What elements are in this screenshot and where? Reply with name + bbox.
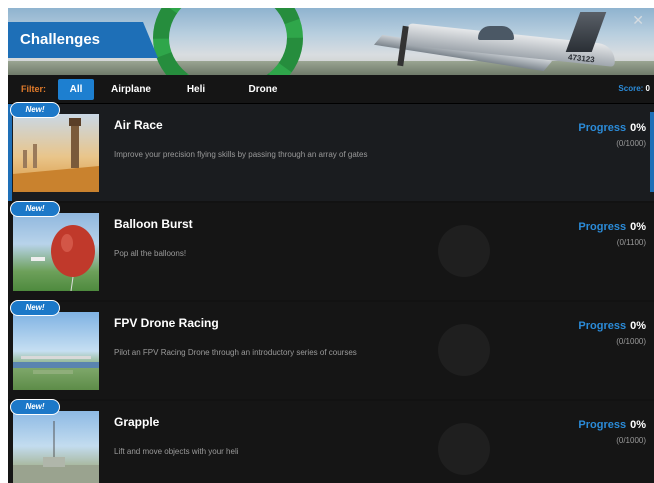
score-value: 0	[645, 84, 650, 93]
challenge-thumbnail	[13, 312, 99, 390]
challenge-title: Grapple	[114, 415, 160, 429]
challenge-thumbnail	[13, 114, 99, 192]
challenge-row[interactable]: New! Balloon Burst Pop all the balloons!…	[8, 201, 654, 300]
challenge-title: Balloon Burst	[114, 217, 193, 231]
gate-ring-segments	[153, 8, 303, 75]
air-race-scene	[13, 118, 99, 192]
challenge-row[interactable]: New! Grapple Lift and move objects with …	[8, 399, 654, 483]
challenge-description: Improve your precision flying skills by …	[114, 150, 368, 159]
locked-placeholder-icon	[438, 324, 490, 376]
filter-bar: Filter: All Airplane Heli Drone Score: 0	[8, 75, 654, 104]
new-badge: New!	[10, 300, 60, 316]
progress-percent: 0%	[630, 221, 646, 233]
challenges-window: 473123 Challenges ✕ Filter: All Airplane…	[8, 8, 654, 483]
progress-label: Progress	[578, 419, 627, 431]
locked-placeholder-icon	[438, 423, 490, 475]
banner-ground	[8, 61, 654, 75]
new-badge: New!	[10, 201, 60, 217]
scrollbar[interactable]	[650, 112, 654, 192]
challenge-title: Air Race	[114, 118, 163, 132]
header-banner: 473123 Challenges ✕	[8, 8, 654, 75]
tab-airplane[interactable]: Airplane	[106, 79, 156, 100]
tab-all[interactable]: All	[58, 79, 94, 100]
progress-label: Progress	[578, 320, 627, 332]
selection-indicator	[8, 104, 12, 201]
progress-count: (0/1000)	[616, 436, 646, 445]
score-display: Score: 0	[618, 84, 650, 93]
close-icon[interactable]: ✕	[632, 12, 644, 29]
progress-label: Progress	[578, 122, 627, 134]
balloon-scene	[31, 225, 95, 291]
challenge-description: Pilot an FPV Racing Drone through an int…	[114, 348, 357, 357]
progress-block: Progress 0% (0/1000)	[578, 316, 646, 346]
progress-count: (0/1100)	[616, 238, 646, 247]
challenge-row[interactable]: New! Air Race Improve your precision fly…	[8, 102, 654, 201]
progress-block: Progress 0% (0/1000)	[578, 118, 646, 148]
locked-placeholder-icon	[438, 225, 490, 277]
tab-drone[interactable]: Drone	[240, 79, 286, 100]
challenge-thumbnail	[13, 213, 99, 291]
new-badge: New!	[10, 399, 60, 415]
progress-count: (0/1000)	[616, 139, 646, 148]
score-label: Score:	[618, 84, 644, 93]
challenge-thumbnail	[13, 411, 99, 483]
progress-block: Progress 0% (0/1100)	[578, 217, 646, 247]
filter-label: Filter:	[21, 84, 47, 94]
progress-percent: 0%	[630, 320, 646, 332]
grapple-scene	[13, 421, 99, 483]
fpv-drone-scene	[13, 356, 99, 374]
progress-percent: 0%	[630, 419, 646, 431]
challenge-row[interactable]: New! FPV Drone Racing Pilot an FPV Racin…	[8, 300, 654, 399]
title-tab: Challenges	[8, 22, 158, 58]
challenge-description: Pop all the balloons!	[114, 249, 187, 258]
page-title: Challenges	[20, 31, 101, 48]
challenge-description: Lift and move objects with your heli	[114, 447, 239, 456]
progress-label: Progress	[578, 221, 627, 233]
challenge-title: FPV Drone Racing	[114, 316, 219, 330]
airplane-canopy	[478, 26, 514, 40]
new-badge: New!	[10, 102, 60, 118]
progress-percent: 0%	[630, 122, 646, 134]
progress-count: (0/1000)	[616, 337, 646, 346]
tab-heli[interactable]: Heli	[176, 79, 216, 100]
progress-block: Progress 0% (0/1000)	[578, 415, 646, 445]
